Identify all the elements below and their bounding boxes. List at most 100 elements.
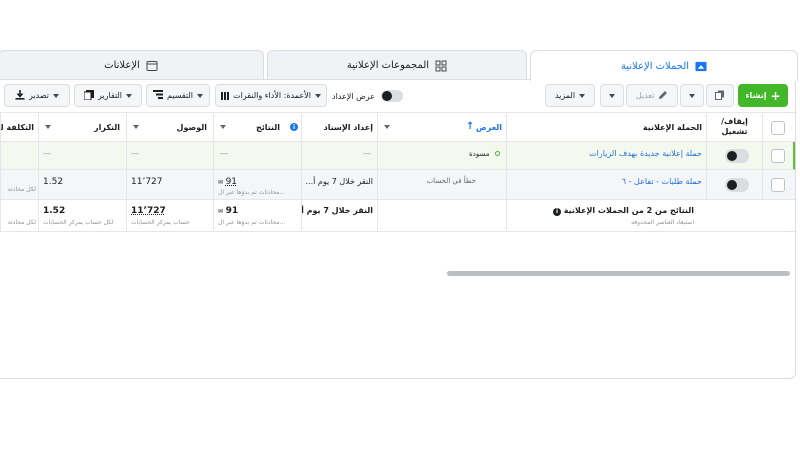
reports-icon [83,89,94,102]
campaign-name-cell: حملة إعلانية جديدة بهدف الزيارات [506,142,706,169]
export-label: تصدير [28,91,49,100]
results-cell: — [213,142,301,169]
header-campaign[interactable]: الحملة الإعلانية [506,113,706,141]
draft-status-icon [495,151,500,156]
chevron-down-icon [314,93,321,98]
summary-title-cell: النتائج من 2 من الحملات الإعلانية i استب… [506,200,706,231]
delivery-status: مسودة [469,150,490,158]
campaigns-table: إيقاف/ تشغيل الحملة الإعلانية ↑ العرض إع… [0,112,795,312]
summary-frequency-cell: 1.52 لكل حساب بمركز الحسابات [38,200,126,231]
cost-cell [0,142,38,169]
row-select-cell [762,142,795,169]
create-label: إنشاء [745,91,767,100]
campaign-name-link[interactable]: حملة طلبات - تفاعل - ٦ [622,177,702,186]
on-off-cell [706,170,762,199]
conversation-icon: ✉ [218,179,224,186]
view-setup-label: عرض الإعداد [332,91,375,101]
plus-icon: + [770,88,781,103]
columns-button[interactable]: الأعمدة: الأداء والنقرات [215,84,327,107]
reports-button[interactable]: التقارير [74,84,142,107]
breakdown-label: التقسيم [167,91,193,100]
reach-cell: 11٬727 [126,170,213,199]
tab-ads[interactable]: الإعلانات [0,50,264,80]
edit-dropdown[interactable] [600,84,624,107]
duplicate-dropdown[interactable] [680,84,704,107]
delivery-cell: مسودة [377,142,506,169]
sort-up-icon: ↑ [466,121,475,132]
row-checkbox[interactable] [771,178,785,192]
breakdown-icon [153,90,163,101]
summary-attribution-cell: النقر خلال 7 يوم أ... [301,200,377,231]
horizontal-scrollbar[interactable] [447,271,790,276]
ads-manager: الإعلانات المجموعات الإعلانية الحملات ال… [0,50,800,470]
columns-icon [221,91,230,100]
row-checkbox[interactable] [771,149,785,163]
edit-button[interactable]: تعديل [626,84,678,107]
on-off-cell [706,142,762,169]
info-icon[interactable]: i [552,207,561,216]
chevron-down-icon [609,93,615,98]
summary-results-cell: ✉ 91 محادثات تم بدؤها عبر ال... [213,200,301,231]
chevron-down-icon [579,93,586,98]
header-frequency[interactable]: التكرار [38,113,126,141]
select-all-cell [762,113,795,141]
summary-row: النتائج من 2 من الحملات الإعلانية i استب… [0,200,795,232]
tab-campaigns-label: الحملات الإعلانية [620,60,690,72]
download-icon [15,89,25,102]
duplicate-button[interactable] [706,84,734,107]
edit-label: تعديل [635,91,655,100]
results-cell: ✉ 91 محادثات تم بدؤها عبر ال... [213,170,301,199]
view-setup-toggle-group[interactable]: عرض الإعداد [332,89,403,103]
chevron-down-icon [126,93,133,98]
chevron-down-icon [220,125,226,129]
duplicate-icon [715,90,725,102]
chevron-down-icon [384,125,390,129]
info-icon[interactable]: i [290,123,298,131]
more-label: المزيد [554,91,576,100]
header-attribution[interactable]: إعداد الإسناد [301,113,377,141]
header-delivery[interactable]: ↑ العرض [377,113,506,141]
breakdown-button[interactable]: التقسيم [146,84,210,107]
chevron-down-icon [53,93,59,98]
delivery-status: خطأ في الحساب [426,177,476,185]
chevron-down-icon [133,125,139,129]
campaign-name-link[interactable]: حملة إعلانية جديدة بهدف الزيارات [589,149,702,158]
header-cost[interactable]: التكلفة لكل [0,113,38,141]
row-select-cell [762,170,795,199]
pencil-icon [658,90,668,102]
tab-adsets-label: المجموعات الإعلانية [346,60,430,71]
chevron-down-icon [689,93,695,98]
create-button[interactable]: إنشاء + [738,84,788,107]
table-row[interactable]: حملة إعلانية جديدة بهدف الزيارات مسودة —… [0,142,795,170]
header-results[interactable]: النتائج i [213,113,301,141]
folder-icon [695,60,707,72]
tab-campaigns[interactable]: الحملات الإعلانية [530,50,798,81]
header-on-off[interactable]: إيقاف/ تشغيل [706,113,762,141]
campaign-toggle[interactable] [725,178,749,192]
summary-delivery-cell [377,200,506,231]
table-row[interactable]: حملة طلبات - تفاعل - ٦ خطأ في الحساب الن… [0,170,795,200]
level-tabs: الإعلانات المجموعات الإعلانية الحملات ال… [0,50,800,81]
chevron-down-icon [45,125,51,129]
columns-label: الأعمدة: الأداء والنقرات [233,91,311,100]
frequency-cell: 1.52 [38,170,126,199]
cost-cell: لكل محادثة [0,170,38,199]
export-button[interactable]: تصدير [4,84,70,107]
delivery-cell: خطأ في الحساب [377,170,506,199]
summary-cost-cell: لكل محادثة [0,200,38,231]
reach-cell: — [126,142,213,169]
view-setup-toggle[interactable] [380,90,403,102]
tab-adsets[interactable]: المجموعات الإعلانية [267,50,527,80]
toolbar: إنشاء + تعديل المزيد عرض الإعداد الأعمدة… [0,80,795,112]
table-header: إيقاف/ تشغيل الحملة الإعلانية ↑ العرض إع… [0,112,795,142]
campaign-toggle[interactable] [725,149,749,163]
summary-reach-cell: 11٬727 حساب بمركز الحسابات [126,200,213,231]
select-all-checkbox[interactable] [771,121,785,135]
header-reach[interactable]: الوصول [126,113,213,141]
ad-icon [146,60,158,72]
more-button[interactable]: المزيد [545,84,595,107]
grid-icon [435,60,447,72]
tab-ads-label: الإعلانات [104,60,140,71]
attribution-cell: النقر خلال 7 يوم أ... [301,170,377,199]
reports-label: التقارير [97,91,123,100]
